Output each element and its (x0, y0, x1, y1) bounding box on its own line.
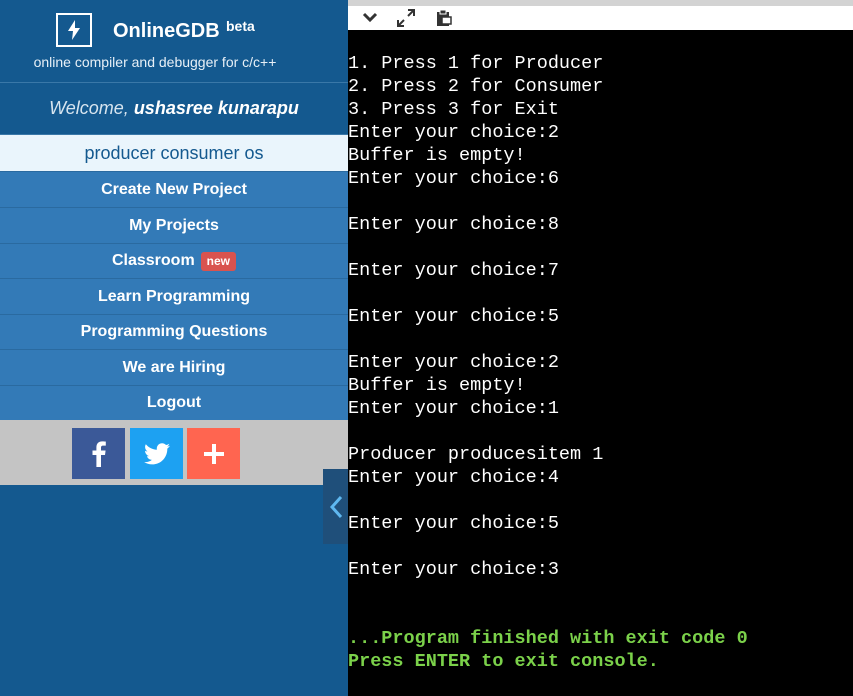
console-line: Enter your choice:5 (348, 513, 559, 534)
welcome-user: ushasree kunarapu (133, 98, 299, 118)
console-line: Producer producesitem 1 (348, 444, 604, 465)
console-toolbar (348, 6, 853, 30)
nav-logout[interactable]: Logout (0, 385, 348, 420)
brand-name: OnlineGDB (113, 20, 220, 42)
console-panel: 1. Press 1 for Producer 2. Press 2 for Co… (348, 0, 853, 696)
nav-hiring[interactable]: We are Hiring (0, 349, 348, 385)
welcome-message: Welcome, ushasree kunarapu (0, 83, 348, 135)
console-line: Buffer is empty! (348, 375, 526, 396)
console-line: Enter your choice:2 (348, 352, 559, 373)
expand-icon[interactable] (396, 9, 416, 27)
console-line: Enter your choice:6 (348, 168, 559, 189)
console-line: 3. Press 3 for Exit (348, 99, 559, 120)
console-line: 1. Press 1 for Producer (348, 53, 604, 74)
twitter-button[interactable] (130, 428, 183, 479)
clipboard-icon[interactable] (434, 9, 454, 27)
console-line: Enter your choice:5 (348, 306, 559, 327)
sidebar: OnlineGDB beta online compiler and debug… (0, 0, 348, 696)
console-line: Enter your choice:4 (348, 467, 559, 488)
nav-my-projects[interactable]: My Projects (0, 207, 348, 243)
nav-classroom[interactable]: Classroom new (0, 243, 348, 278)
nav-learn-programming[interactable]: Learn Programming (0, 278, 348, 314)
console-line: Buffer is empty! (348, 145, 526, 166)
console-line: Enter your choice:1 (348, 398, 559, 419)
brand-beta: beta (226, 18, 255, 34)
welcome-prefix: Welcome, (49, 98, 129, 118)
console-line: Enter your choice:2 (348, 122, 559, 143)
collapse-sidebar-button[interactable] (323, 469, 348, 544)
plus-icon (203, 443, 224, 464)
project-name[interactable]: producer consumer os (0, 135, 348, 171)
facebook-button[interactable] (72, 428, 125, 479)
social-share-bar (0, 420, 348, 485)
console-line: Enter your choice:7 (348, 260, 559, 281)
brand-header[interactable]: OnlineGDB beta online compiler and debug… (0, 0, 348, 83)
share-more-button[interactable] (187, 428, 240, 479)
nav-classroom-label: Classroom (111, 252, 195, 269)
nav-programming-questions[interactable]: Programming Questions (0, 314, 348, 349)
new-badge: new (200, 251, 237, 271)
facebook-icon (92, 440, 106, 467)
chevron-down-icon[interactable] (360, 9, 380, 27)
console-line: Enter your choice:3 (348, 559, 559, 580)
chevron-left-icon (329, 495, 342, 518)
bolt-icon (56, 13, 92, 47)
console-line: Enter your choice:8 (348, 214, 559, 235)
console-output[interactable]: 1. Press 1 for Producer 2. Press 2 for Co… (348, 52, 748, 673)
console-line: 2. Press 2 for Consumer (348, 76, 604, 97)
console-line: ...Program finished with exit code 0 (348, 628, 748, 649)
brand-tagline: online compiler and debugger for c/c++ (33, 54, 277, 70)
twitter-icon (143, 442, 170, 464)
nav-create-project[interactable]: Create New Project (0, 171, 348, 207)
console-line: Press ENTER to exit console. (348, 651, 659, 672)
